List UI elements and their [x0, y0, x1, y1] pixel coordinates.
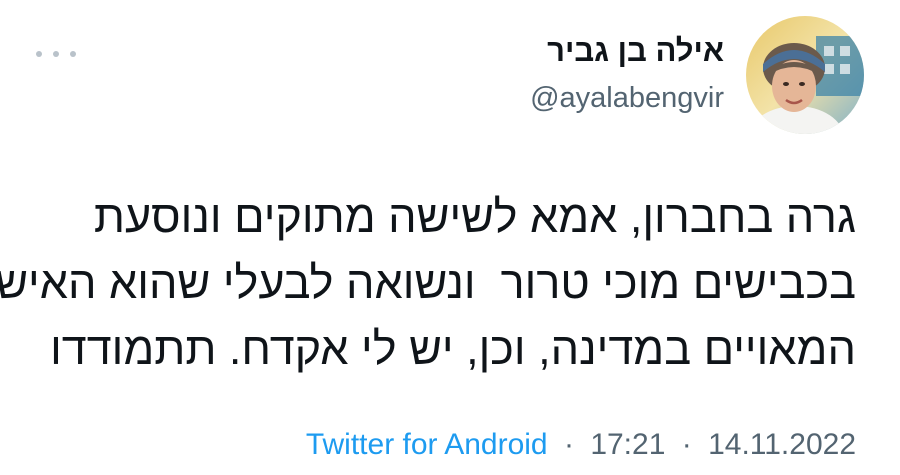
more-dot: [70, 51, 76, 57]
meta-separator: ·: [681, 428, 692, 461]
tweet-card: אילה בן גביר @ayalabengvir גרה בחברון, א…: [0, 0, 900, 475]
tweet-metadata: Twitter for Android · 17:21 · 14.11.2022: [306, 428, 856, 462]
author-handle[interactable]: @ayalabengvir: [530, 78, 724, 118]
tweet-text-line: גרה בחברון, אמא לשישה מתוקים ונוסעת: [93, 191, 856, 242]
tweet-date[interactable]: 14.11.2022: [708, 428, 856, 461]
tweet-time[interactable]: 17:21: [590, 428, 665, 461]
tweet-text-line: בכבישים מוכי טרור ונשואה לבעלי שהוא האיש: [0, 257, 856, 308]
avatar[interactable]: [746, 16, 864, 134]
tweet-text: גרה בחברון, אמא לשישה מתוקים ונוסעת בכבי…: [0, 184, 856, 382]
tweet-text-line: המאויים במדינה, וכן, יש לי אקדח. תתמודדו: [50, 323, 856, 374]
tweet-source-link[interactable]: Twitter for Android: [306, 428, 548, 461]
author-display-name[interactable]: אילה בן גביר: [530, 30, 724, 72]
meta-separator: ·: [563, 428, 574, 461]
more-options-icon[interactable]: [36, 44, 76, 64]
more-dot: [53, 51, 59, 57]
author-info: אילה בן גביר @ayalabengvir: [530, 30, 724, 118]
more-dot: [36, 51, 42, 57]
avatar-photo: [746, 16, 864, 134]
